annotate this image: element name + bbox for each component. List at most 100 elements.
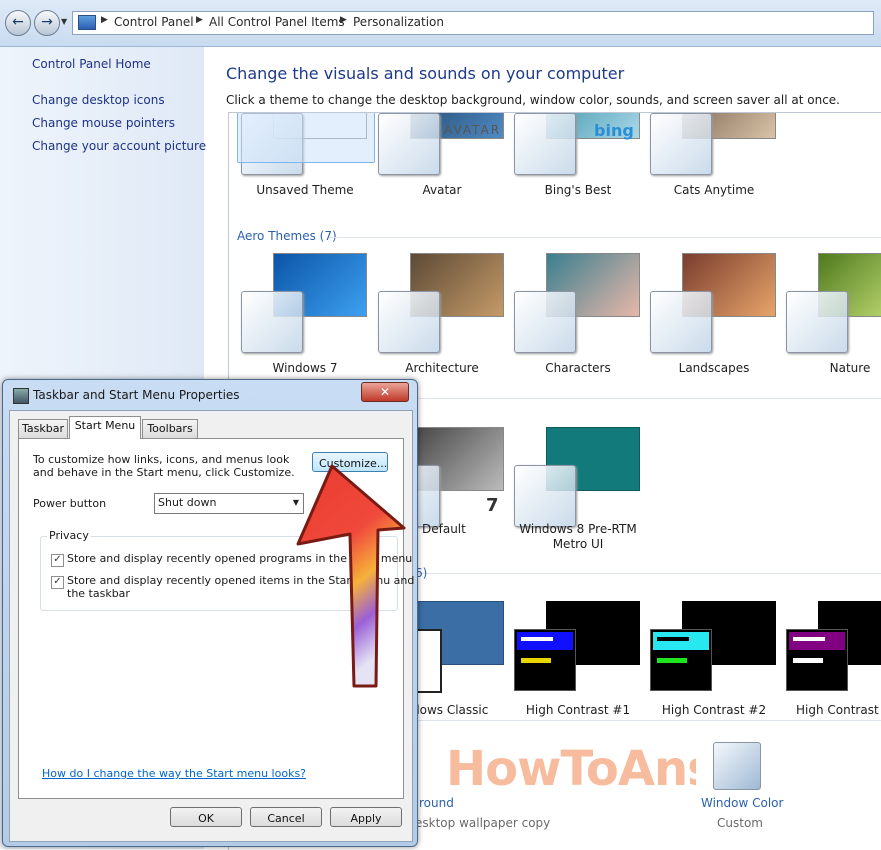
- theme-high-contrast-1[interactable]: High Contrast #1: [510, 601, 646, 717]
- breadcrumb-separator-icon: ▶: [340, 15, 347, 25]
- theme-nature[interactable]: Nature: [782, 253, 881, 375]
- theme-label: Architecture: [405, 361, 479, 375]
- theme-label-line1: Windows 8 Pre-RTM: [519, 522, 637, 536]
- change-mouse-pointers-link[interactable]: Change mouse pointers: [32, 116, 175, 130]
- theme-label: Avatar: [422, 183, 462, 197]
- hc-title-line: [793, 637, 825, 641]
- theme-glass-preview: [514, 465, 576, 527]
- hc-title-line: [521, 637, 553, 641]
- hc-titlebar: [653, 632, 709, 650]
- tab-toolbars[interactable]: Toolbars: [142, 419, 198, 438]
- window-color-link[interactable]: Window Color: [701, 796, 783, 810]
- avatar-logo: AVATAR: [444, 123, 502, 137]
- bing-logo: bing: [594, 121, 634, 140]
- theme-glass-preview: [650, 113, 712, 175]
- breadcrumb-separator-icon: ▶: [196, 15, 203, 25]
- hc-text-line: [793, 658, 823, 663]
- theme-label: High Contrast #2: [661, 703, 767, 717]
- address-input[interactable]: ▶ Control Panel ▶ All Control Panel Item…: [72, 11, 874, 35]
- theme-label: Windows 7: [272, 361, 338, 375]
- theme-glass-preview: [378, 291, 440, 353]
- theme-label: Landscapes: [678, 361, 750, 375]
- theme-hc-preview: [514, 629, 576, 691]
- svg-text:HowToAns.com: HowToAns.com: [446, 741, 696, 797]
- theme-label-line2: Metro UI: [552, 537, 604, 551]
- power-button-select[interactable]: Shut down ▼: [154, 493, 304, 514]
- theme-glass-preview: [241, 291, 303, 353]
- theme-bings-best[interactable]: bing Bing's Best: [510, 113, 646, 197]
- group-divider: [329, 237, 881, 238]
- hc-title-line: [657, 637, 689, 641]
- theme-windows-7[interactable]: Windows 7: [237, 253, 373, 375]
- theme-hc-preview: [650, 629, 712, 691]
- power-button-label: Power button: [33, 497, 107, 510]
- theme-label: dows Classic: [412, 703, 489, 717]
- close-icon[interactable]: ✕: [361, 382, 409, 402]
- address-bar: ← → ▼ ▶ Control Panel ▶ All Control Pane…: [0, 0, 881, 47]
- change-desktop-icons-link[interactable]: Change desktop icons: [32, 93, 165, 107]
- selection-highlight: [237, 113, 375, 163]
- theme-high-contrast-black[interactable]: High Contrast B: [782, 601, 881, 717]
- theme-label: Bing's Best: [544, 183, 612, 197]
- control-panel-home-link[interactable]: Control Panel Home: [32, 57, 151, 71]
- recent-pages-chevron-icon[interactable]: ▼: [61, 17, 67, 26]
- theme-characters[interactable]: Characters: [510, 253, 646, 375]
- apply-button[interactable]: Apply: [330, 807, 402, 827]
- ok-button[interactable]: OK: [170, 807, 242, 827]
- theme-architecture[interactable]: Architecture: [374, 253, 510, 375]
- watermark: HowToAns.com: [446, 730, 841, 812]
- recent-programs-checkbox[interactable]: ✓: [51, 554, 64, 567]
- theme-hc-preview: [786, 629, 848, 691]
- breadcrumb-control-panel[interactable]: Control Panel: [114, 15, 194, 29]
- theme-windows-8-metro[interactable]: Windows 8 Pre-RTM Metro UI: [510, 427, 646, 551]
- recent-items-label-line2: the taskbar: [67, 587, 130, 600]
- theme-unsaved[interactable]: Unsaved Theme: [237, 113, 375, 197]
- control-panel-icon: [78, 15, 96, 30]
- breadcrumb-separator-icon: ▶: [101, 15, 108, 25]
- dialog-title: Taskbar and Start Menu Properties: [33, 388, 240, 402]
- forward-arrow-icon[interactable]: →: [34, 10, 60, 36]
- recent-items-checkbox[interactable]: ✓: [51, 576, 64, 589]
- back-arrow-icon[interactable]: ←: [5, 10, 31, 36]
- theme-glass-preview: [378, 113, 440, 175]
- cancel-button[interactable]: Cancel: [250, 807, 322, 827]
- theme-label: Default: [422, 522, 466, 536]
- tab-taskbar[interactable]: Taskbar: [18, 419, 68, 438]
- privacy-label: Privacy: [47, 529, 91, 542]
- description-line2: and behave in the Start menu, click Cust…: [33, 466, 295, 479]
- change-account-picture-link[interactable]: Change your account picture: [32, 139, 206, 153]
- start-menu-help-link[interactable]: How do I change the way the Start menu l…: [42, 767, 306, 780]
- windows-7-logo-icon: 7: [486, 495, 499, 516]
- theme-glass-preview: [650, 291, 712, 353]
- page-subtitle: Click a theme to change the desktop back…: [226, 93, 840, 107]
- hc-titlebar: [517, 632, 573, 650]
- theme-label: High Contrast #1: [525, 703, 631, 717]
- description-line1: To customize how links, icons, and menus…: [33, 453, 290, 466]
- window-color-value: Custom: [717, 816, 763, 830]
- tab-start-menu[interactable]: Start Menu: [69, 416, 141, 439]
- breadcrumb-personalization[interactable]: Personalization: [353, 15, 444, 29]
- hc-text-line: [657, 658, 687, 663]
- pointer-arrow-icon: [296, 464, 406, 688]
- watermark-logo: HowToAns.com: [446, 741, 841, 797]
- theme-glass-preview: [514, 113, 576, 175]
- theme-label: Characters: [545, 361, 611, 375]
- theme-label: Unsaved Theme: [256, 183, 354, 197]
- power-button-value: Shut down: [158, 496, 217, 509]
- theme-label: Cats Anytime: [673, 183, 755, 197]
- page-title: Change the visuals and sounds on your co…: [226, 64, 625, 83]
- theme-glass-preview: [514, 291, 576, 353]
- theme-cats-anytime[interactable]: Cats Anytime: [646, 113, 782, 197]
- desktop-background-value: esktop wallpaper copy: [415, 816, 551, 830]
- theme-avatar[interactable]: AVATAR Avatar: [374, 113, 510, 197]
- theme-landscapes[interactable]: Landscapes: [646, 253, 782, 375]
- theme-high-contrast-2[interactable]: High Contrast #2: [646, 601, 782, 717]
- hc-titlebar: [789, 632, 845, 650]
- theme-label: Nature: [829, 361, 871, 375]
- breadcrumb-all-items[interactable]: All Control Panel Items: [209, 15, 345, 29]
- theme-label: High Contrast B: [796, 703, 881, 717]
- theme-glass-preview: [786, 291, 848, 353]
- taskbar-icon: [13, 388, 29, 404]
- window-color-swatch[interactable]: [713, 742, 761, 790]
- aero-themes-group-label: Aero Themes (7): [237, 229, 337, 243]
